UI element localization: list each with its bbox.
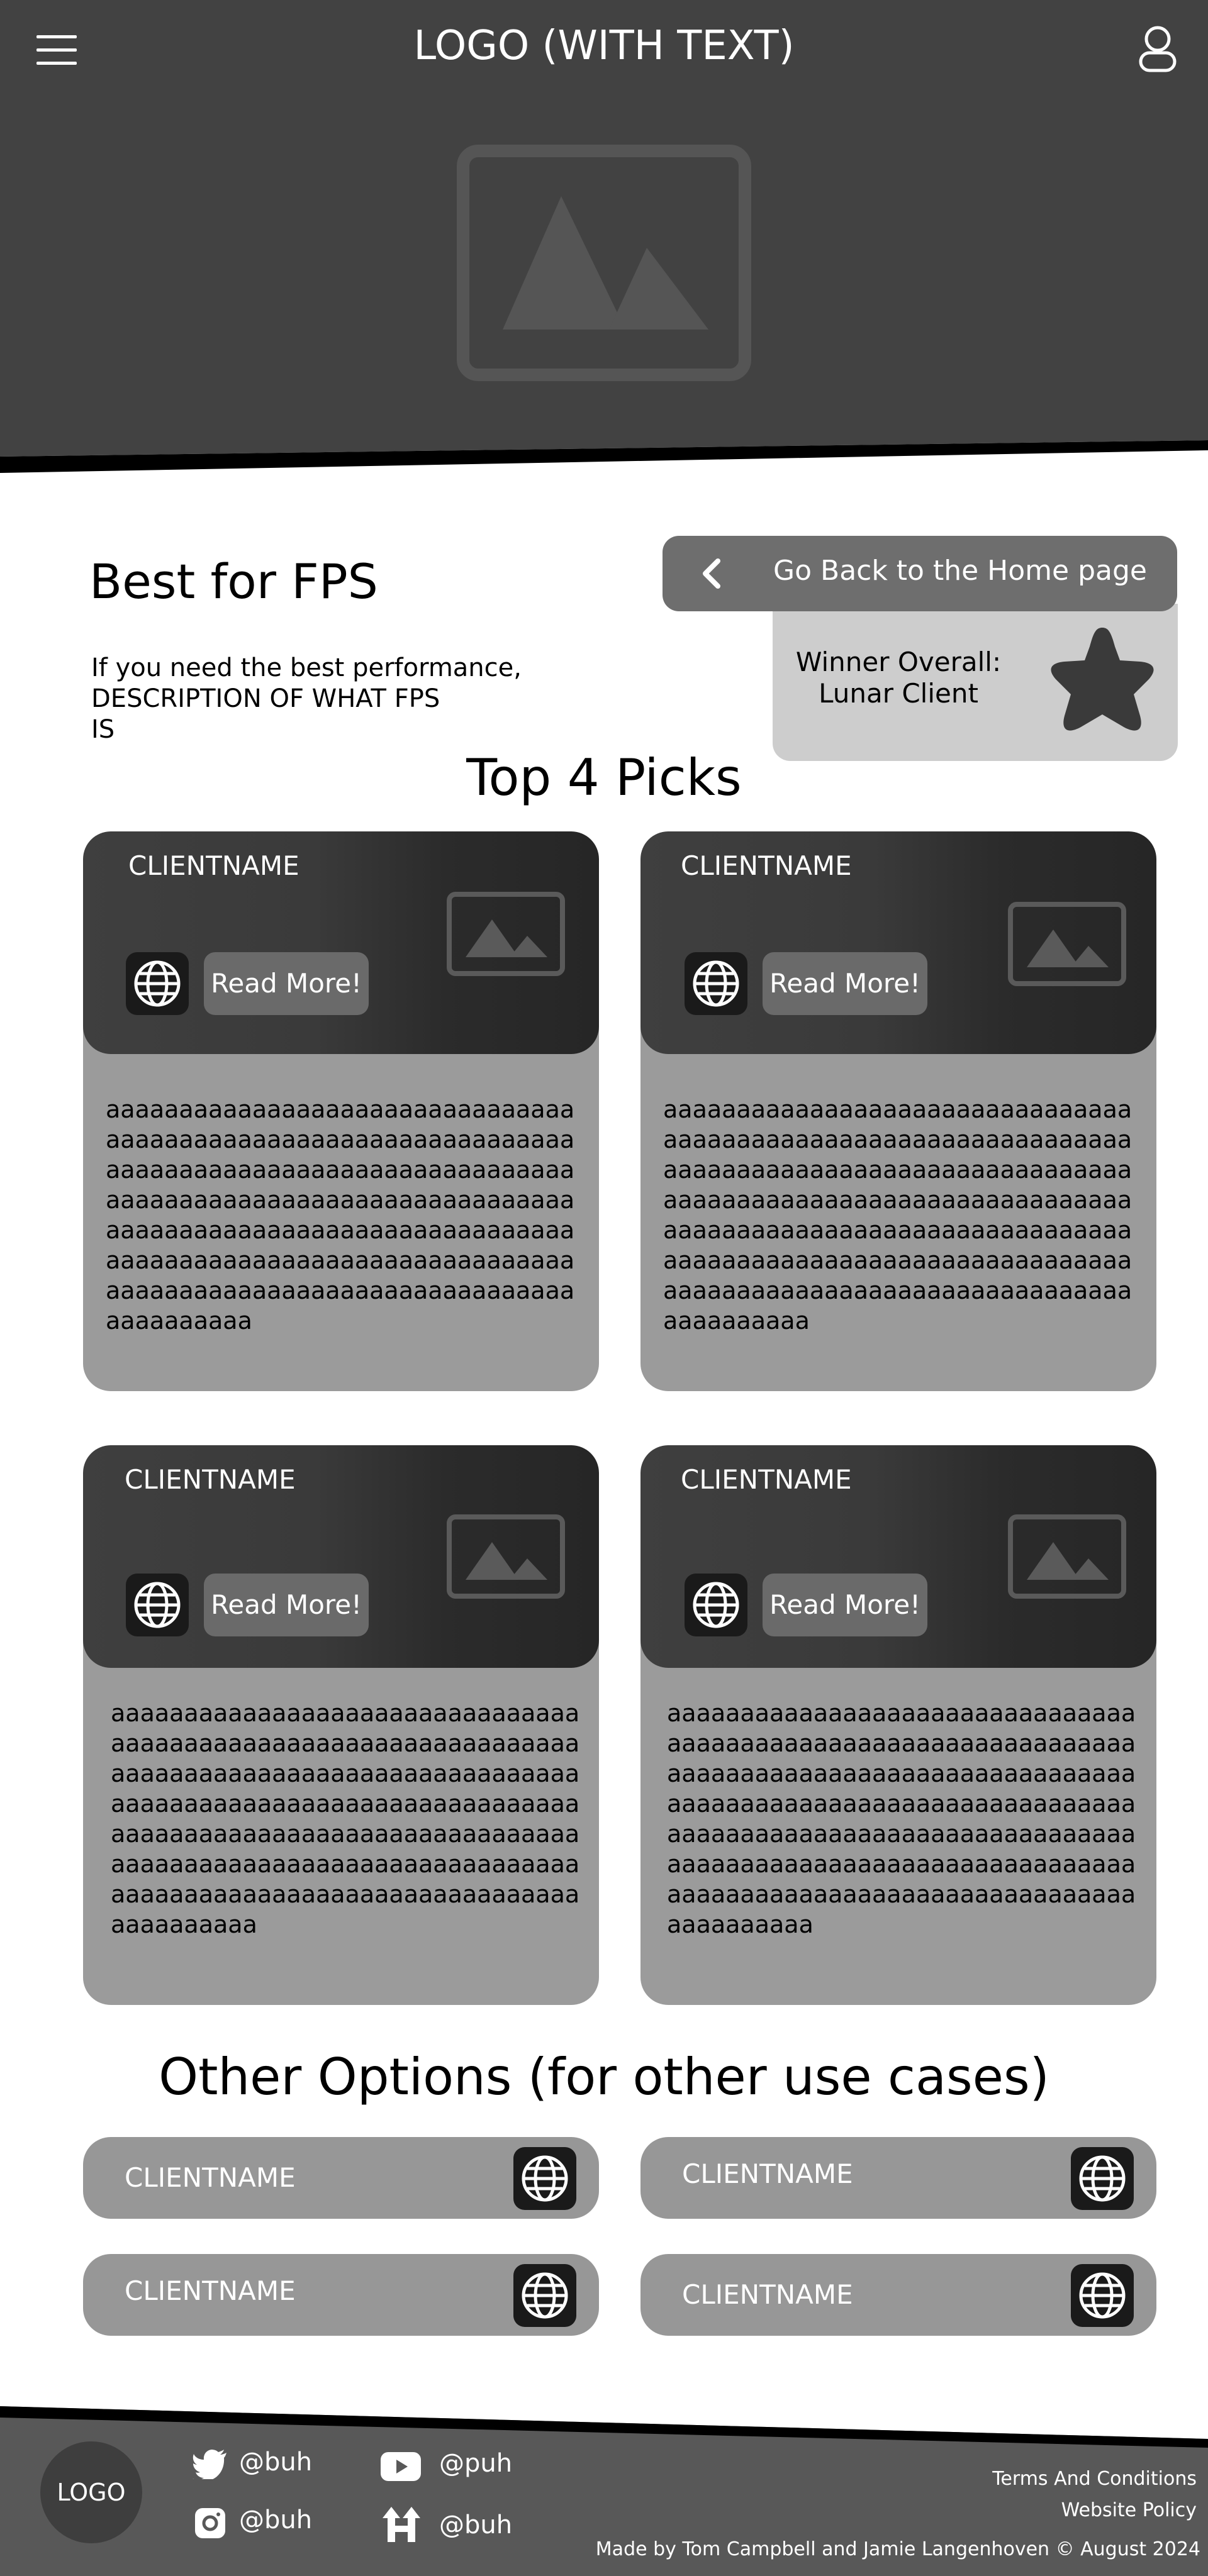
globe-icon xyxy=(134,960,181,1007)
read-more-button[interactable]: Read More! xyxy=(763,1574,927,1636)
top-pick-card: CLIENTNAME Read More! aaaaaaaaaaaaaaaaaa… xyxy=(640,831,1156,1391)
back-to-home-button[interactable]: Go Back to the Home page xyxy=(663,536,1177,611)
image-placeholder-icon xyxy=(447,1514,565,1599)
linktree-handle[interactable]: @buh xyxy=(439,2511,512,2540)
globe-icon xyxy=(693,960,739,1007)
footer-logo[interactable]: LOGO xyxy=(40,2441,142,2543)
youtube-handle[interactable]: @puh xyxy=(439,2449,512,2478)
globe-icon xyxy=(522,2272,568,2319)
card-description: aaaaaaaaaaaaaaaaaaaaaaaaaaaaaaaaaaaaaaaa… xyxy=(106,1096,575,1335)
youtube-icon[interactable] xyxy=(380,2451,422,2482)
option-row[interactable]: CLIENTNAME xyxy=(640,2137,1156,2219)
option-row[interactable]: CLIENTNAME xyxy=(640,2254,1156,2336)
read-more-button[interactable]: Read More! xyxy=(763,952,927,1015)
user-icon[interactable] xyxy=(1138,25,1178,73)
other-options-title: Other Options (for other use cases) xyxy=(159,2048,1049,2106)
image-placeholder-icon xyxy=(1008,902,1126,986)
read-more-button[interactable]: Read More! xyxy=(204,1574,369,1636)
read-more-button[interactable]: Read More! xyxy=(204,952,369,1015)
instagram-icon[interactable] xyxy=(194,2507,226,2540)
linktree-icon[interactable] xyxy=(380,2506,423,2543)
page-title: Best for FPS xyxy=(89,553,378,609)
globe-icon xyxy=(1079,2272,1126,2319)
option-client-name: CLIENTNAME xyxy=(125,2275,296,2306)
card-client-name: CLIENTNAME xyxy=(128,850,299,881)
card-description: aaaaaaaaaaaaaaaaaaaaaaaaaaaaaaaaaaaaaaaa… xyxy=(111,1699,580,1938)
site-logo[interactable]: LOGO (WITH TEXT) xyxy=(0,23,1208,69)
footer-credits: Made by Tom Campbell and Jamie Langenhov… xyxy=(595,2538,1200,2560)
website-button[interactable] xyxy=(513,2264,576,2327)
website-button[interactable] xyxy=(1071,2147,1134,2210)
top-pick-card: CLIENTNAME Read More! aaaaaaaaaaaaaaaaaa… xyxy=(83,1445,599,2005)
card-client-name: CLIENTNAME xyxy=(681,850,852,881)
card-description: aaaaaaaaaaaaaaaaaaaaaaaaaaaaaaaaaaaaaaaa… xyxy=(667,1699,1136,1938)
chevron-left-icon xyxy=(703,558,720,589)
globe-icon xyxy=(134,1582,181,1628)
top-pick-card: CLIENTNAME Read More! aaaaaaaaaaaaaaaaaa… xyxy=(640,1445,1156,2005)
category-description: If you need the best performance, DESCRI… xyxy=(91,653,522,744)
twitter-handle[interactable]: @buh xyxy=(239,2448,312,2477)
option-row[interactable]: CLIENTNAME xyxy=(83,2137,599,2219)
globe-icon xyxy=(693,1582,739,1628)
website-button[interactable] xyxy=(513,2147,576,2210)
twitter-icon[interactable] xyxy=(193,2449,228,2479)
card-client-name: CLIENTNAME xyxy=(681,1464,852,1495)
image-placeholder-icon xyxy=(457,145,751,381)
globe-icon xyxy=(1079,2155,1126,2202)
website-button[interactable] xyxy=(1071,2264,1134,2327)
card-client-name: CLIENTNAME xyxy=(125,1464,296,1495)
winner-text: Winner Overall: Lunar Client xyxy=(795,647,1002,709)
terms-link[interactable]: Terms And Conditions xyxy=(692,2468,1197,2490)
option-row[interactable]: CLIENTNAME xyxy=(83,2254,599,2336)
instagram-handle[interactable]: @buh xyxy=(239,2506,312,2534)
option-client-name: CLIENTNAME xyxy=(682,2158,853,2189)
website-button[interactable] xyxy=(126,952,189,1015)
globe-icon xyxy=(522,2155,568,2202)
top-picks-title: Top 4 Picks xyxy=(466,748,742,807)
option-client-name: CLIENTNAME xyxy=(682,2279,853,2310)
star-icon xyxy=(1051,628,1154,731)
top-pick-card: CLIENTNAME Read More! aaaaaaaaaaaaaaaaaa… xyxy=(83,831,599,1391)
website-button[interactable] xyxy=(126,1574,189,1636)
website-button[interactable] xyxy=(685,952,747,1015)
back-button-label: Go Back to the Home page xyxy=(773,555,1147,587)
image-placeholder-icon xyxy=(447,892,565,976)
image-placeholder-icon xyxy=(1008,1514,1126,1599)
policy-link[interactable]: Website Policy xyxy=(692,2499,1197,2521)
website-button[interactable] xyxy=(685,1574,747,1636)
option-client-name: CLIENTNAME xyxy=(125,2162,296,2193)
card-description: aaaaaaaaaaaaaaaaaaaaaaaaaaaaaaaaaaaaaaaa… xyxy=(663,1096,1132,1335)
